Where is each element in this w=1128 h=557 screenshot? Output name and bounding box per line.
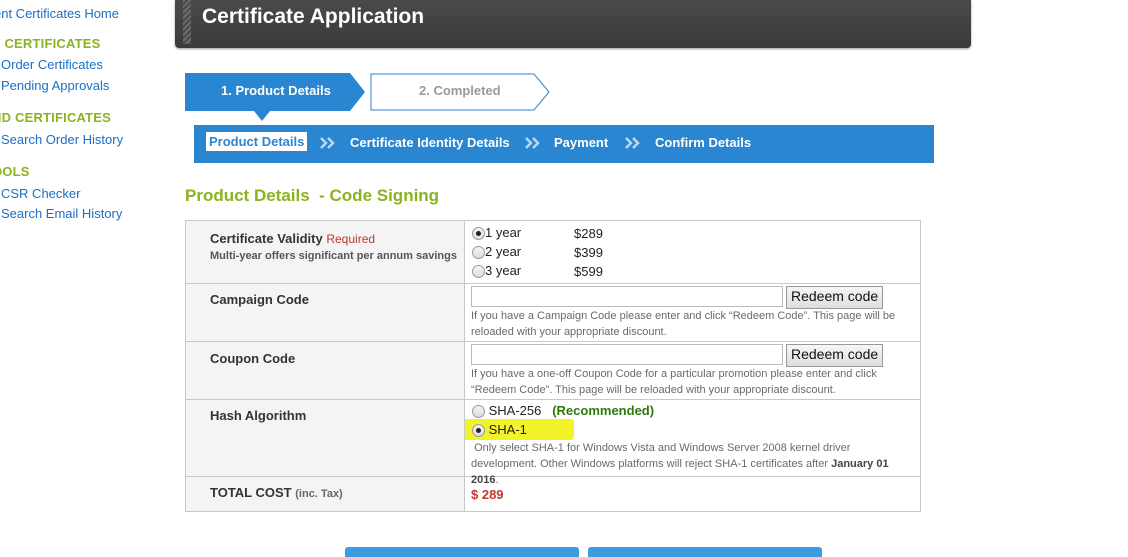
hash-option-sha256[interactable]: SHA-256 (Recommended) xyxy=(472,403,655,419)
sidebar-home-link[interactable]: ent Certificates Home xyxy=(0,6,119,21)
sidebar-heading-find-certificates: ND CERTIFICATES xyxy=(0,110,112,125)
coupon-row: Coupon Code Redeem code If you have a on… xyxy=(186,342,920,400)
radio-button[interactable] xyxy=(472,246,485,260)
total-label: TOTAL COST (inc. Tax) xyxy=(210,485,343,500)
sidebar: ent Certificates Home Y CERTIFICATES Ord… xyxy=(0,0,170,553)
label-cell: Hash Algorithm xyxy=(186,400,465,476)
step-2-label: 2. Completed xyxy=(419,83,501,98)
step-1-label: 1. Product Details xyxy=(221,83,331,98)
label-cell: TOTAL COST (inc. Tax) xyxy=(186,477,465,511)
sidebar-item-search-order-history[interactable]: Search Order History xyxy=(0,132,123,147)
sidebar-item-pending-approvals[interactable]: Pending Approvals xyxy=(0,78,109,93)
sub-navigation: Product Details Certificate Identity Det… xyxy=(194,125,934,163)
radio-button[interactable] xyxy=(472,265,485,279)
validity-option-1-year[interactable]: 1 year xyxy=(472,225,522,241)
sidebar-heading-my-certificates: Y CERTIFICATES xyxy=(0,36,101,51)
steps-graphic xyxy=(185,73,550,121)
label-cell: Certificate Validity Required Multi-year… xyxy=(186,221,465,283)
sidebar-heading-tools: OOLS xyxy=(0,164,30,179)
option-label: 3 year xyxy=(485,263,522,278)
sidebar-item-label: Search Email History xyxy=(1,206,123,221)
option-label: SHA-1 xyxy=(488,422,527,437)
page-header: Certificate Application xyxy=(175,0,971,48)
bottom-button-left[interactable] xyxy=(345,547,579,557)
validity-option-3-year[interactable]: 3 year xyxy=(472,263,522,279)
tab-confirm-details[interactable]: Confirm Details xyxy=(655,135,751,150)
progress-steps: 1. Product Details 2. Completed xyxy=(185,72,555,122)
radio-button[interactable] xyxy=(472,424,485,438)
hash-option-sha1[interactable]: SHA-1 xyxy=(472,422,527,438)
bottom-button-right[interactable] xyxy=(588,547,822,557)
option-label: 1 year xyxy=(485,225,522,240)
radio-button[interactable] xyxy=(472,227,485,241)
sidebar-item-label: Pending Approvals xyxy=(1,78,110,93)
sidebar-item-label: CSR Checker xyxy=(1,186,81,201)
campaign-redeem-button[interactable]: Redeem code xyxy=(786,286,884,309)
total-value: $ 289 xyxy=(471,487,504,502)
option-label: 2 year xyxy=(485,244,522,259)
campaign-row: Campaign Code Redeem code If you have a … xyxy=(186,284,920,342)
sidebar-item-csr-checker[interactable]: CSR Checker xyxy=(0,186,80,201)
chevron-right-icon xyxy=(525,137,540,149)
chevron-right-icon xyxy=(625,137,640,149)
validity-row: Certificate Validity Required Multi-year… xyxy=(186,221,920,284)
hash-row: Hash Algorithm SHA-256 (Recommended) SHA… xyxy=(186,400,920,486)
radio-button[interactable] xyxy=(472,405,485,419)
validity-option-2-year[interactable]: 2 year xyxy=(472,244,522,260)
sidebar-item-search-email-history[interactable]: Search Email History xyxy=(0,206,122,221)
sidebar-item-label: Order Certificates xyxy=(1,57,103,72)
tab-product-details[interactable]: Product Details xyxy=(206,132,308,151)
label-cell: Campaign Code xyxy=(186,284,465,341)
required-marker: Required xyxy=(326,232,376,246)
option-label: SHA-256 xyxy=(488,403,542,418)
header-grip xyxy=(183,0,191,44)
page-title: Certificate Application xyxy=(202,5,425,28)
coupon-help-text: If you have a one-off Coupon Code for a … xyxy=(471,368,877,396)
coupon-label: Coupon Code xyxy=(210,351,296,366)
recommended-tag: (Recommended) xyxy=(552,403,655,418)
sidebar-item-order-certificates[interactable]: Order Certificates xyxy=(0,57,103,72)
tab-certificate-identity-details[interactable]: Certificate Identity Details xyxy=(350,135,510,150)
hash-label: Hash Algorithm xyxy=(210,408,307,423)
price-2-year: $399 xyxy=(574,245,603,260)
section-title: Product Details - Code Signing xyxy=(185,186,440,205)
campaign-code-input[interactable] xyxy=(471,286,783,307)
tab-payment[interactable]: Payment xyxy=(554,135,608,150)
campaign-label: Campaign Code xyxy=(210,292,309,307)
product-form: Certificate Validity Required Multi-year… xyxy=(185,220,921,512)
chevron-right-icon xyxy=(320,137,335,149)
validity-label: Certificate Validity Required xyxy=(210,231,376,246)
campaign-help-text: If you have a Campaign Code please enter… xyxy=(471,310,896,338)
coupon-code-input[interactable] xyxy=(471,344,783,365)
price-1-year: $289 xyxy=(574,226,603,241)
coupon-redeem-button[interactable]: Redeem code xyxy=(786,344,884,367)
total-suffix: (inc. Tax) xyxy=(295,488,343,500)
price-3-year: $599 xyxy=(574,264,603,279)
sidebar-item-label: Search Order History xyxy=(1,132,124,147)
validity-sublabel: Multi-year offers significant per annum … xyxy=(210,250,457,262)
label-cell: Coupon Code xyxy=(186,342,465,399)
total-row: TOTAL COST (inc. Tax) $ 289 xyxy=(186,477,920,511)
